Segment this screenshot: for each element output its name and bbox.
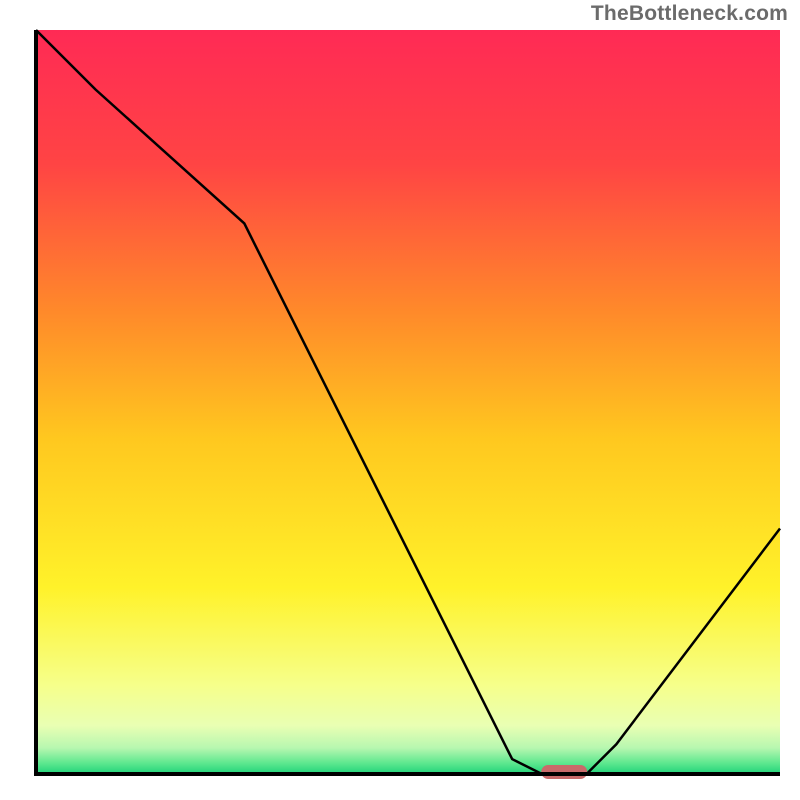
chart-container: TheBottleneck.com xyxy=(0,0,800,800)
bottleneck-chart xyxy=(0,0,800,800)
plot-background xyxy=(36,30,780,774)
